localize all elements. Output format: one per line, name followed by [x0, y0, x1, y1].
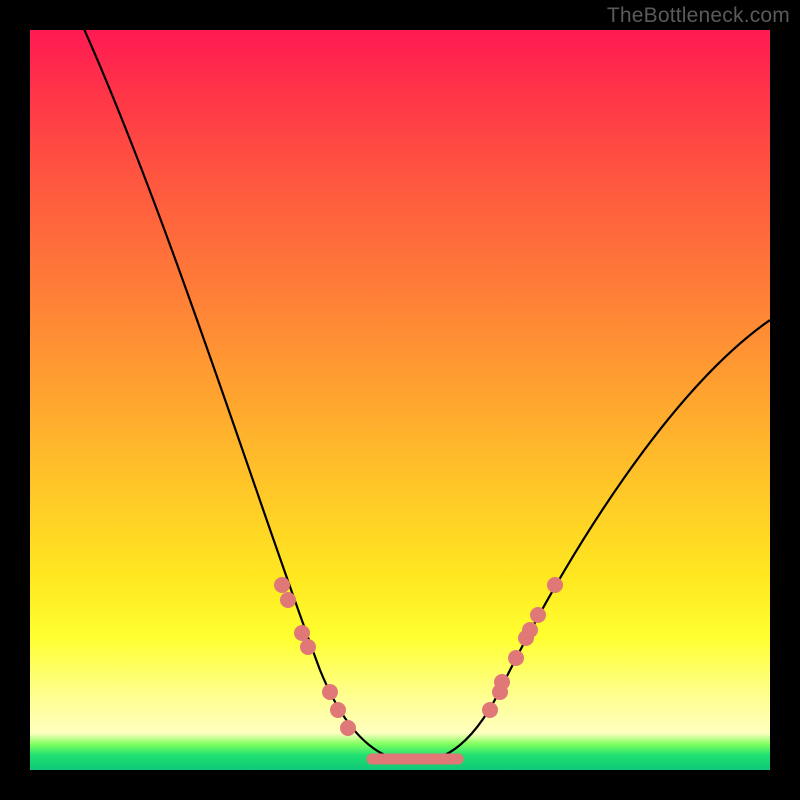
highlight-dot [274, 577, 290, 593]
highlight-dot [508, 650, 524, 666]
watermark-text: TheBottleneck.com [607, 4, 790, 28]
highlight-dot [340, 720, 356, 736]
highlight-dot [322, 684, 338, 700]
bottleneck-curve [80, 30, 770, 762]
chart-frame: TheBottleneck.com [0, 0, 800, 800]
highlight-dot [530, 607, 546, 623]
highlight-dot [494, 674, 510, 690]
curve-layer [30, 30, 770, 770]
highlight-dot [294, 625, 310, 641]
highlight-dots [274, 577, 563, 736]
highlight-dot [300, 639, 316, 655]
plot-area [30, 30, 770, 770]
highlight-dot [482, 702, 498, 718]
highlight-dot [330, 702, 346, 718]
highlight-dot [522, 622, 538, 638]
highlight-dot [280, 592, 296, 608]
highlight-dot [547, 577, 563, 593]
